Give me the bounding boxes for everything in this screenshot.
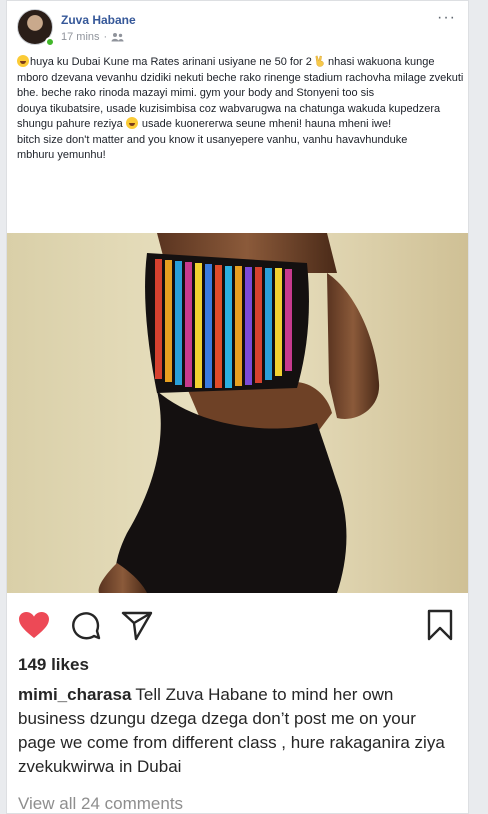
instagram-actions xyxy=(7,601,468,647)
meta-separator: · xyxy=(103,31,108,43)
facebook-post: Zuva Habane 17 mins · ··· huya ku Dubai … xyxy=(6,0,469,814)
post-text-segment: huya ku Dubai Kune ma Rates arinani usiy… xyxy=(30,56,312,68)
view-comments-link[interactable]: View all 24 comments xyxy=(18,794,183,813)
online-status-dot xyxy=(45,37,55,47)
post-time[interactable]: 17 mins xyxy=(61,31,100,43)
laughing-emoji-icon xyxy=(125,117,138,129)
bookmark-icon[interactable] xyxy=(427,609,453,641)
post-text-line-1: huya ku Dubai Kune ma Rates arinani usiy… xyxy=(17,55,465,102)
post-text-segment: usade kuonerегwa seune mheni! hauna mhen… xyxy=(141,118,392,130)
post-text-line-3: bitch size don't matter and you know it … xyxy=(17,133,408,146)
share-icon[interactable] xyxy=(121,611,153,641)
photo-illustration xyxy=(7,233,468,593)
laughing-emoji-icon xyxy=(17,55,29,67)
author-name[interactable]: Zuva Habane xyxy=(61,13,136,27)
caption-username[interactable]: mimi_charasa xyxy=(18,685,131,704)
post-photo[interactable] xyxy=(7,233,468,593)
post-meta: 17 mins · xyxy=(61,31,124,43)
post-text-line-4: mbhuru yemunhu! xyxy=(17,149,106,161)
post-text-line-2: douya tikubatsire, usade kuzisimbisa coz… xyxy=(17,102,465,133)
victory-hand-emoji-icon xyxy=(315,55,324,67)
post-text: huya ku Dubai Kune ma Rates arinani usiy… xyxy=(17,55,465,164)
likes-count[interactable]: 149 likes xyxy=(18,655,89,675)
comment-icon[interactable] xyxy=(71,611,101,641)
heart-icon[interactable] xyxy=(18,611,50,639)
post-header: Zuva Habane 17 mins · ··· xyxy=(7,1,468,51)
instagram-caption: mimi_charasa Tell Zuva Habane to mind her… xyxy=(18,683,458,779)
more-options-button[interactable]: ··· xyxy=(437,9,456,27)
friends-icon[interactable] xyxy=(111,32,124,42)
